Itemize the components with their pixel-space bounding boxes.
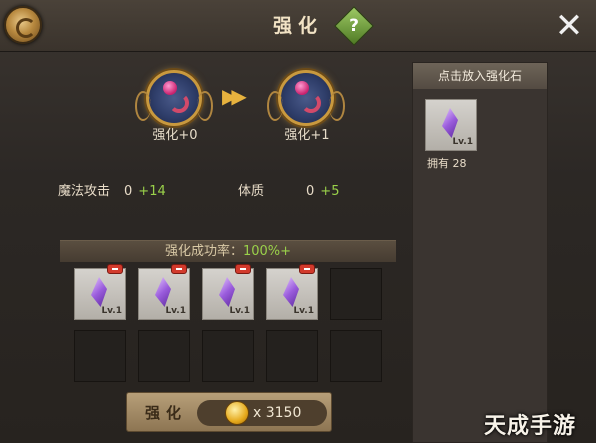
material-slot-empty[interactable] bbox=[74, 330, 126, 382]
crystal-icon bbox=[219, 277, 235, 307]
remove-icon[interactable] bbox=[107, 264, 123, 274]
enhance-button[interactable]: 强化 x 3150 bbox=[126, 392, 332, 432]
material-slot-empty[interactable] bbox=[330, 268, 382, 320]
stone-inventory-panel: 点击放入强化石 Lv.1 拥有 28 bbox=[412, 62, 548, 443]
wing-right-decoration bbox=[329, 91, 345, 121]
material-slot-empty[interactable] bbox=[138, 330, 190, 382]
stat-value: 0 bbox=[124, 184, 133, 199]
item-level: Lv.1 bbox=[101, 306, 122, 316]
stat-constitution: 体质 0 +5 bbox=[238, 180, 339, 199]
close-button[interactable]: ✕ bbox=[552, 9, 586, 44]
material-slot-empty[interactable] bbox=[202, 330, 254, 382]
remove-icon[interactable] bbox=[235, 264, 251, 274]
enhance-window: 强化 ? ✕ 强化+0 ▶▶ 强化+1 魔法攻击 0 +14 体质 0 +5 强… bbox=[0, 0, 596, 443]
enhance-stone-item[interactable]: Lv.1 bbox=[425, 99, 477, 151]
watermark-logo: 天成手游网 bbox=[484, 414, 577, 439]
stat-value: 0 bbox=[306, 184, 315, 199]
ring-curl-decoration bbox=[301, 93, 321, 113]
inventory-header: 点击放入强化石 bbox=[413, 63, 547, 89]
success-rate-label: 强化成功率： bbox=[164, 244, 243, 259]
upgrade-arrow-icon: ▶▶ bbox=[222, 84, 247, 108]
current-level-label: 强化+0 bbox=[152, 128, 198, 143]
material-slot-filled[interactable]: Lv.1 bbox=[74, 264, 126, 320]
close-icon: ✕ bbox=[554, 6, 584, 46]
page-title: 强化 bbox=[272, 15, 323, 37]
header-bar: 强化 ? ✕ bbox=[0, 0, 596, 52]
cost-pill: x 3150 bbox=[197, 400, 327, 426]
remove-icon[interactable] bbox=[299, 264, 315, 274]
item-level: Lv.1 bbox=[293, 306, 314, 316]
material-slot-filled[interactable]: Lv.1 bbox=[138, 264, 190, 320]
main-panel: 强化+0 ▶▶ 强化+1 魔法攻击 0 +14 体质 0 +5 强化成功率：100%+ … bbox=[8, 56, 400, 443]
stat-name: 魔法攻击 bbox=[58, 184, 111, 199]
stat-bonus: +14 bbox=[138, 184, 166, 199]
success-rate-value: 100%+ bbox=[242, 244, 292, 259]
item-level: Lv.1 bbox=[229, 306, 250, 316]
crystal-icon bbox=[155, 277, 171, 307]
material-slot-empty[interactable] bbox=[330, 330, 382, 382]
guild-emblem-icon[interactable] bbox=[4, 6, 42, 44]
gold-coin-icon bbox=[225, 401, 249, 425]
equipment-next-icon[interactable] bbox=[267, 70, 345, 126]
wing-right-decoration bbox=[197, 91, 213, 121]
material-slot-filled[interactable]: Lv.1 bbox=[202, 264, 254, 320]
next-level-label: 强化+1 bbox=[284, 128, 330, 143]
crystal-icon bbox=[442, 108, 458, 138]
owned-count: 拥有 28 bbox=[427, 157, 467, 170]
stat-name: 体质 bbox=[238, 184, 265, 199]
stat-bonus: +5 bbox=[320, 184, 340, 199]
help-button[interactable]: ? bbox=[334, 6, 374, 46]
item-level: Lv.1 bbox=[452, 137, 473, 147]
wing-left-decoration bbox=[135, 91, 151, 121]
success-rate-bar: 强化成功率：100%+ bbox=[60, 240, 396, 262]
item-level: Lv.1 bbox=[165, 306, 186, 316]
enhance-button-label: 强化 bbox=[145, 404, 188, 422]
ring-curl-decoration bbox=[169, 93, 189, 113]
stat-magic-attack: 魔法攻击 0 +14 bbox=[58, 180, 166, 199]
material-slot-empty[interactable] bbox=[266, 330, 318, 382]
crystal-icon bbox=[283, 277, 299, 307]
cost-amount: x 3150 bbox=[253, 405, 302, 421]
question-icon: ? bbox=[349, 16, 359, 36]
equipment-current-icon[interactable] bbox=[135, 70, 213, 126]
remove-icon[interactable] bbox=[171, 264, 187, 274]
material-slot-filled[interactable]: Lv.1 bbox=[266, 264, 318, 320]
wing-left-decoration bbox=[267, 91, 283, 121]
crystal-icon bbox=[91, 277, 107, 307]
